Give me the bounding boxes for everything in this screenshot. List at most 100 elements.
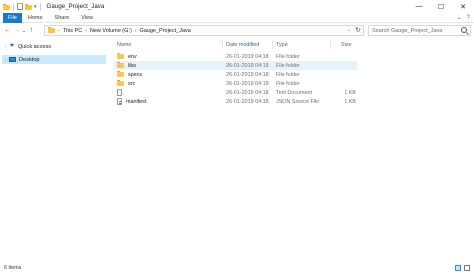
- file-name-cell: specs: [117, 70, 142, 79]
- breadcrumb-this-pc[interactable]: This PC: [63, 28, 83, 34]
- view-toggle: [455, 265, 470, 271]
- file-name-cell: src: [117, 79, 135, 88]
- window-title: Gauge_Project_Java: [46, 3, 105, 10]
- file-type: JSON Source File: [276, 98, 320, 105]
- window-controls: — ☐ ✕: [408, 0, 474, 13]
- file-name: src: [128, 80, 136, 87]
- column-header-date[interactable]: Date modified: [226, 40, 259, 49]
- file-name: libs: [128, 62, 137, 69]
- arrow-right-icon: →: [13, 27, 20, 34]
- table-row[interactable]: 26-01-2019 04:18 Text Document 1 KB: [114, 88, 357, 97]
- file-date: 26-01-2019 04:18: [226, 98, 269, 105]
- quick-access-toolbar: ▾: [0, 0, 42, 13]
- forward-button[interactable]: →: [12, 24, 21, 37]
- help-icon[interactable]: ?: [467, 15, 470, 21]
- folder-icon: [3, 3, 10, 10]
- large-icons-view-button[interactable]: [464, 265, 470, 271]
- table-row[interactable]: src 26-01-2019 04:18 File folder: [114, 79, 357, 88]
- up-button[interactable]: ↑: [27, 24, 36, 37]
- file-list: ^ Name Date modified Type Size env 26-01…: [112, 37, 474, 262]
- desktop-icon: [9, 57, 16, 62]
- chevron-down-icon: ⌄: [21, 27, 27, 34]
- text-file-icon: [117, 89, 122, 96]
- folder-icon: [117, 80, 124, 86]
- tab-view[interactable]: View: [75, 13, 99, 23]
- file-type: File folder: [276, 80, 300, 87]
- folder-icon: [117, 53, 124, 59]
- customize-toolbar-chevron-icon[interactable]: ▾: [34, 4, 37, 10]
- back-button[interactable]: ←: [3, 24, 12, 37]
- tab-share[interactable]: Share: [49, 13, 76, 23]
- item-count: 6 items: [4, 265, 22, 271]
- chevron-right-icon[interactable]: ›: [5, 44, 7, 49]
- breadcrumb-project[interactable]: Gauge_Project_Java: [139, 28, 190, 34]
- file-name-cell: env: [117, 52, 137, 61]
- file-name: manifest: [126, 98, 147, 105]
- navigation-pane: › ★ Quick access › Desktop: [0, 37, 110, 262]
- folder-icon: [117, 62, 124, 68]
- maximize-button[interactable]: ☐: [430, 0, 452, 13]
- chevron-right-icon[interactable]: ›: [5, 57, 7, 62]
- column-header-type[interactable]: Type: [276, 40, 288, 49]
- file-type: File folder: [276, 71, 300, 78]
- status-bar: 6 items: [0, 262, 474, 274]
- file-size: [336, 79, 356, 88]
- toolbar-divider: [13, 2, 14, 11]
- search-icon: [461, 27, 467, 33]
- sidebar-item-label: Desktop: [19, 56, 40, 63]
- file-size: [336, 70, 356, 79]
- file-date: 26-01-2019 04:18: [226, 62, 269, 69]
- properties-icon[interactable]: [17, 3, 23, 10]
- file-name: env: [128, 53, 137, 60]
- file-type: Text Document: [276, 89, 312, 96]
- breadcrumb-separator-icon[interactable]: ›: [85, 28, 87, 34]
- address-dropdown-icon[interactable]: ⌄: [347, 27, 351, 33]
- json-file-icon: [117, 98, 122, 105]
- column-header-size[interactable]: Size: [341, 40, 352, 49]
- minimize-button[interactable]: —: [408, 0, 430, 13]
- file-name: specs: [128, 71, 143, 78]
- breadcrumb-separator-icon[interactable]: ›: [135, 28, 137, 34]
- sidebar-item-quick-access[interactable]: › ★ Quick access: [2, 42, 106, 51]
- file-date: 26-01-2019 04:18: [226, 80, 269, 87]
- ribbon-tabs: File Home Share View ⌄ ?: [0, 12, 474, 23]
- table-row[interactable]: specs 26-01-2019 04:18 File folder: [114, 70, 357, 79]
- arrow-up-icon: ↑: [29, 27, 34, 34]
- column-header-name[interactable]: Name: [117, 40, 131, 49]
- file-date: 26-01-2019 04:18: [226, 53, 269, 60]
- folder-icon: [48, 27, 55, 33]
- file-size: [336, 52, 356, 61]
- title-bar: ▾ Gauge_Project_Java — ☐ ✕: [0, 0, 474, 13]
- navigation-row: ← → ⌄ ↑ › This PC › New Volume (G:) › Ga…: [0, 24, 474, 37]
- tab-file[interactable]: File: [3, 12, 22, 23]
- breadcrumb-separator-icon[interactable]: ›: [58, 28, 60, 34]
- expand-ribbon-chevron-icon[interactable]: ⌄: [457, 14, 462, 21]
- address-bar[interactable]: › This PC › New Volume (G:) › Gauge_Proj…: [44, 25, 364, 36]
- file-name-cell: manifest: [117, 97, 146, 106]
- file-size: [336, 61, 356, 70]
- tab-home[interactable]: Home: [22, 13, 49, 23]
- breadcrumb-new-volume[interactable]: New Volume (G:): [90, 28, 132, 34]
- file-date: 26-01-2019 04:18: [226, 89, 269, 96]
- file-name-cell: libs: [117, 61, 136, 70]
- table-row[interactable]: manifest 26-01-2019 04:18 JSON Source Fi…: [114, 97, 357, 106]
- search-input[interactable]: [372, 27, 457, 34]
- close-button[interactable]: ✕: [452, 0, 474, 13]
- file-size: 1 KB: [344, 89, 356, 96]
- star-icon: ★: [9, 42, 15, 50]
- column-divider[interactable]: [222, 40, 223, 49]
- column-divider[interactable]: [272, 40, 273, 49]
- file-date: 26-01-2019 04:18: [226, 71, 269, 78]
- table-row[interactable]: env 26-01-2019 04:18 File folder: [114, 52, 357, 61]
- new-folder-icon[interactable]: [25, 3, 32, 10]
- column-divider[interactable]: [330, 40, 331, 49]
- file-size: 1 KB: [344, 98, 356, 105]
- file-type: File folder: [276, 53, 300, 60]
- details-view-button[interactable]: [455, 265, 461, 271]
- table-row[interactable]: libs 26-01-2019 04:18 File folder: [114, 61, 357, 70]
- sidebar-item-desktop[interactable]: › Desktop: [2, 55, 106, 64]
- refresh-icon[interactable]: ↻: [355, 26, 361, 34]
- search-box[interactable]: [368, 25, 471, 36]
- sidebar-item-label: Quick access: [17, 43, 52, 50]
- file-type: File folder: [276, 62, 300, 69]
